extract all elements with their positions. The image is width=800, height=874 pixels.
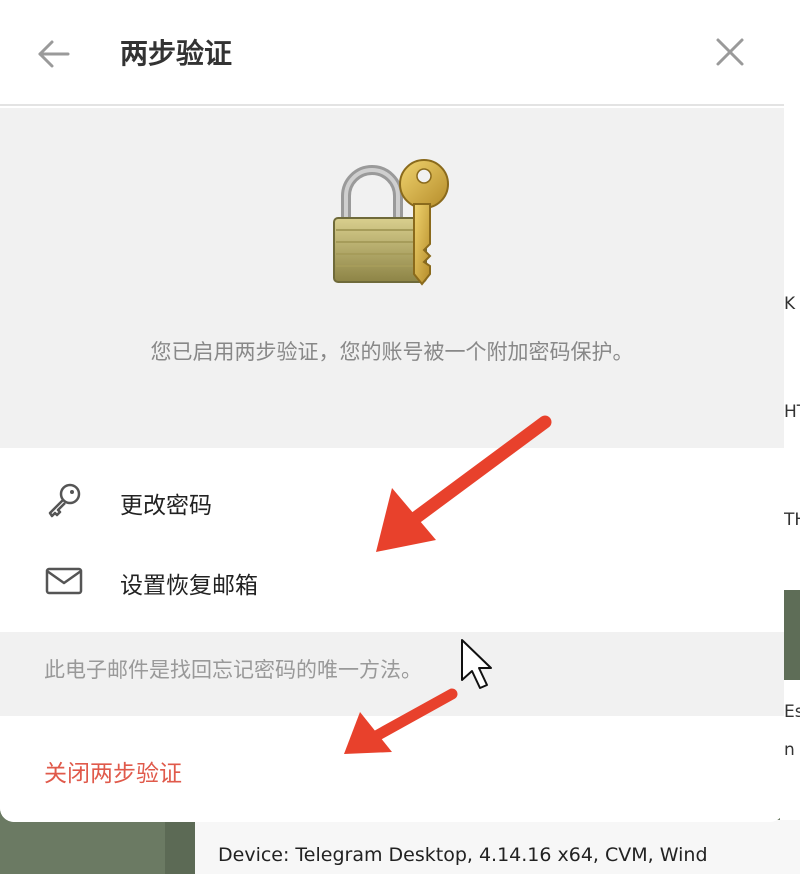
two-step-verification-dialog: 两步验证 您已启用两步验证，您的账号被一个附加密码保护。 更改密码 设置恢复邮箱… xyxy=(0,0,784,822)
background-text-fragment: TH xyxy=(784,510,800,530)
set-recovery-email-label: 设置恢复邮箱 xyxy=(120,573,258,599)
background-text-fragment: HT xyxy=(784,402,800,422)
set-recovery-email-item[interactable]: 设置恢复邮箱 xyxy=(0,540,784,620)
disable-two-step-label: 关闭两步验证 xyxy=(44,761,182,787)
padlock-key-icon xyxy=(333,159,449,286)
status-hero: 您已启用两步验证，您的账号被一个附加密码保护。 xyxy=(0,108,784,448)
background-text-fragment: K xyxy=(784,294,796,314)
hint-text: 此电子邮件是找回忘记密码的唯一方法。 xyxy=(44,658,422,682)
background-text-fragment: n xyxy=(784,740,795,760)
back-button[interactable] xyxy=(34,34,74,74)
dialog-title: 两步验证 xyxy=(120,37,233,70)
change-password-label: 更改密码 xyxy=(120,493,212,519)
settings-menu: 更改密码 设置恢复邮箱 xyxy=(0,448,784,632)
close-button[interactable] xyxy=(712,34,748,70)
background-session-bar xyxy=(165,820,195,874)
change-password-item[interactable]: 更改密码 xyxy=(0,460,784,540)
envelope-icon xyxy=(45,567,83,595)
key-icon xyxy=(48,483,81,518)
dialog-header: 两步验证 xyxy=(0,0,784,106)
status-description: 您已启用两步验证，您的账号被一个附加密码保护。 xyxy=(150,340,634,364)
recovery-email-hint: 此电子邮件是找回忘记密码的唯一方法。 xyxy=(0,632,784,716)
background-sidebar xyxy=(0,820,165,874)
disable-two-step-button[interactable]: 关闭两步验证 xyxy=(0,716,784,822)
close-icon xyxy=(716,38,744,66)
session-device-text: Device: Telegram Desktop, 4.14.16 x64, C… xyxy=(218,844,708,866)
background-text-fragment: Es xyxy=(784,702,800,722)
arrow-left-icon xyxy=(38,40,70,68)
